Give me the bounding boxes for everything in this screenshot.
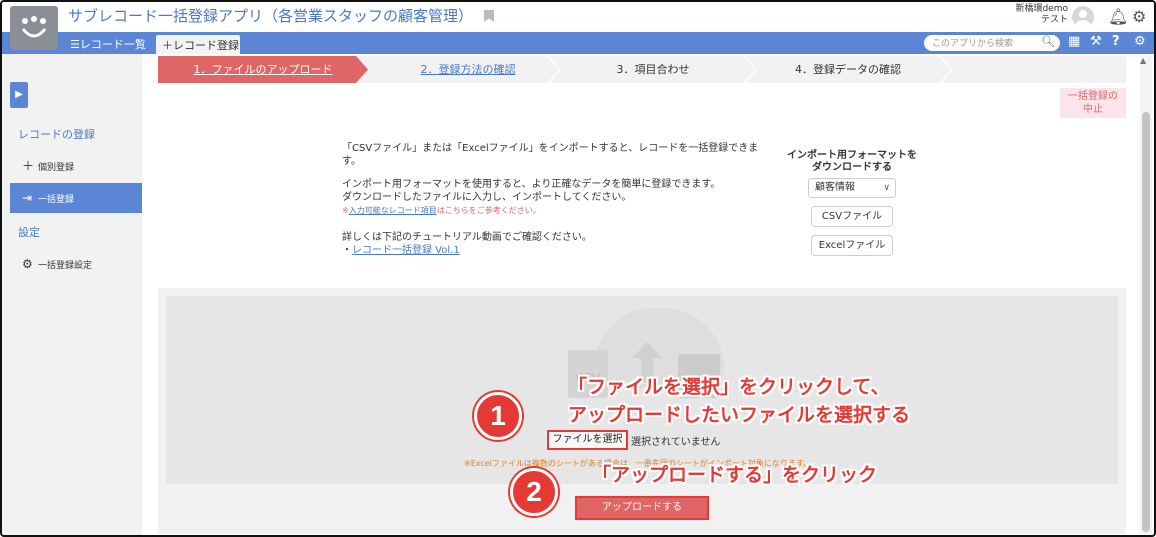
sidebar: ▶ レコードの登録 ＋個別登録 ⇥ 一括登録 設定 ⚙︎ 一括登録設定 [2,54,142,535]
annotation-number-2: 2 [510,468,558,516]
sidebar-toggle-button[interactable]: ▶ [10,82,28,108]
cancel-label-line2: 中止 [1083,104,1103,115]
choose-file-button[interactable]: ファイルを選択 [547,430,628,450]
qr-code-icon[interactable]: ▦ [1068,34,1080,49]
gear-icon[interactable]: ⚙︎ [1132,7,1146,26]
import-icon: ⇥ [22,191,33,205]
note-prefix: ※ [342,206,349,215]
sidebar-item-individual[interactable]: ＋個別登録 [10,151,142,181]
instr-line1: 「CSVファイル」または「Excelファイル」をインポートすると、レコードを一括… [342,143,759,154]
app-logo[interactable] [10,6,58,50]
bookmark-icon[interactable] [484,10,494,22]
bell-icon[interactable]: 🔔︎ [1108,7,1128,26]
sidebar-item-bulk[interactable]: ⇥ 一括登録 [10,183,142,213]
user-info[interactable]: 新橋環demo テスト [1002,4,1068,26]
tab-record-add[interactable]: ＋レコード登録 [156,35,240,54]
instr-note: ※入力可能なレコード項目はこちらをご参考ください。 [342,204,762,217]
annotation-number-1: 1 [474,392,522,440]
user-org: 新橋環demo [1015,4,1068,14]
format-title-1: インポート用フォーマットを [787,150,917,161]
gear-icon: ⚙︎ [22,257,33,271]
scroll-up-icon[interactable]: ▲ [1140,56,1146,65]
file-status: 選択されていません [631,437,721,448]
scrollbar[interactable]: ▲ [1140,56,1152,534]
tutorial-prefix: ・ [342,245,352,256]
tutorial-line: ・レコード一括登録 Vol.1 [342,244,762,257]
annotation-text-1a: 「ファイルを選択」をクリックして、 [568,376,890,398]
search-icon[interactable]: 🔍︎ [1041,35,1055,48]
settings-icon[interactable]: ⚙︎ [1134,34,1146,49]
excel-download-button[interactable]: Excelファイル [811,235,893,256]
annotation-text-1b: アップロードしたいファイルを選択する [568,404,911,426]
tools-icon[interactable]: ⚒ [1090,34,1102,49]
csv-download-button[interactable]: CSVファイル [811,206,893,227]
instr-line1b: す。 [342,156,361,167]
help-icon[interactable]: ? [1112,34,1120,49]
chevron-down-icon: ∨ [883,183,890,193]
sidebar-item-label: 一括登録 [38,195,75,205]
search-placeholder: このアプリから検索 [932,39,1014,49]
instr-line2: インポート用フォーマットを使用すると、より正確なデータを簡単に登録できます。 [342,179,721,190]
cancel-bulk-button[interactable]: 一括登録の 中止 [1060,88,1126,118]
instr-line4: 詳しくは下記のチュートリアル動画でご確認ください。 [342,232,592,243]
format-select-value: 顧客情報 [815,182,855,193]
format-title-2: ダウンロードする [812,162,892,173]
note-suffix: はこちらをご参考ください。 [436,206,541,215]
annotation-text-2: 「アップロードする」をクリック [592,464,878,486]
kintone-logo-icon [21,16,47,38]
format-download: インポート用フォーマットを ダウンロードする 顧客情報 ∨ CSVファイル Ex… [782,150,922,256]
sidebar-heading-register: レコードの登録 [18,128,95,141]
scroll-thumb[interactable] [1142,112,1150,532]
avatar[interactable] [1072,6,1094,28]
app-title: サブレコード一括登録アプリ（各営業スタッフの顧客管理） [68,7,474,25]
upload-button[interactable]: アップロードする [575,496,709,520]
step-chevrons [547,56,954,83]
step-progress: 1．ファイルのアップロード 2．登録方法の確認 3．項目合わせ 4．登録データの… [158,56,1126,83]
app-header: サブレコード一括登録アプリ（各営業スタッフの顧客管理） 新橋環demo テスト … [2,2,1154,50]
format-select[interactable]: 顧客情報 ∨ [808,178,896,198]
nav-bar: ☰レコード一覧 ＋レコード登録 このアプリから検索 🔍︎ ▦ ⚒ ? ⚙︎ [2,32,1154,54]
record-fields-link[interactable]: 入力可能なレコード項目 [349,206,437,215]
instructions: 「CSVファイル」または「Excelファイル」をインポートすると、レコードを一括… [342,142,762,257]
plus-icon: ＋ [22,159,35,173]
sidebar-item-label: 一括登録設定 [38,261,93,271]
tutorial-link[interactable]: レコード一括登録 Vol.1 [352,245,460,256]
record-list-link[interactable]: ☰レコード一覧 [70,36,146,52]
instr-line3: ダウンロードしたファイルに入力し、インポートしてください。 [342,192,632,203]
cancel-label-line1: 一括登録の [1068,91,1118,102]
search-input[interactable]: このアプリから検索 🔍︎ [924,35,1060,51]
user-name: テスト [1040,15,1068,25]
sidebar-item-label: 個別登録 [38,163,75,173]
app-window: サブレコード一括登録アプリ（各営業スタッフの顧客管理） 新橋環demo テスト … [0,0,1156,537]
sidebar-item-bulk-settings[interactable]: ⚙︎ 一括登録設定 [10,249,142,279]
sidebar-heading-settings: 設定 [18,226,40,239]
